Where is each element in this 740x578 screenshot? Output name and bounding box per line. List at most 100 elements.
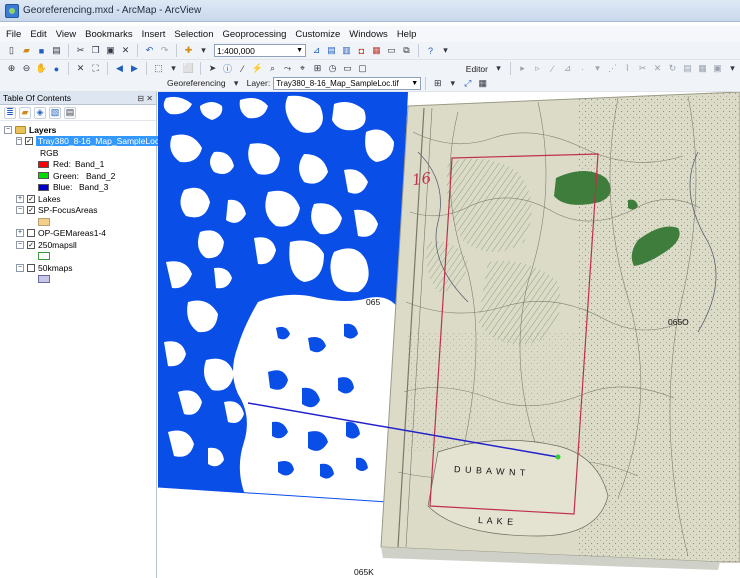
reshape-icon[interactable]: ⌇	[621, 62, 634, 75]
georeferencing-menu[interactable]: Georeferencing	[167, 78, 226, 88]
paste-icon[interactable]: ▣	[104, 44, 117, 57]
open-folder-icon[interactable]: ▰	[20, 44, 33, 57]
fixed-zoom-out-icon[interactable]: ⛶	[89, 62, 102, 75]
list-by-source-icon[interactable]: ▰	[19, 106, 31, 119]
chevron-down-icon[interactable]: ▾	[492, 62, 505, 75]
go-back-icon[interactable]: ◀	[113, 62, 126, 75]
collapse-icon[interactable]: −	[4, 125, 12, 134]
edit-annotation-icon[interactable]: ▹	[531, 62, 544, 75]
arctoolbox-icon[interactable]: ▦	[370, 44, 383, 57]
editor-toolbar-icon[interactable]: ⊿	[310, 44, 323, 57]
toc-layer-sp-focus[interactable]: − ✓ SP-FocusAreas	[0, 205, 156, 217]
toc-layer-label[interactable]: 50kmaps	[38, 263, 73, 273]
toc-layer-250maps[interactable]: − ✓ 250mapsll	[0, 239, 156, 251]
straight-segment-icon[interactable]: ⁄	[546, 62, 559, 75]
menu-customize[interactable]: Customize	[295, 29, 340, 40]
toc-layer-label[interactable]: 250mapsll	[38, 240, 77, 250]
new-document-icon[interactable]: ▯	[5, 44, 18, 57]
select-features-icon[interactable]: ⬚	[152, 62, 165, 75]
chevron-down-icon[interactable]: ▾	[197, 44, 210, 57]
save-icon[interactable]: ■	[35, 44, 48, 57]
add-data-icon[interactable]: ✚	[182, 44, 195, 57]
layers-root[interactable]: − Layers	[0, 124, 156, 136]
layer-visibility-checkbox[interactable]: ✓	[27, 194, 35, 203]
fixed-zoom-in-icon[interactable]: ✕	[74, 62, 87, 75]
menu-windows[interactable]: Windows	[349, 29, 388, 40]
full-extent-icon[interactable]: ●	[50, 62, 63, 75]
map-scale-select[interactable]: 1:400,000 ▼	[214, 44, 306, 57]
toc-layer-label[interactable]: OP-GEMareas1-4	[38, 228, 106, 238]
delete-icon[interactable]: ✕	[119, 44, 132, 57]
model-builder-icon[interactable]: ⧉	[400, 44, 413, 57]
sketch-properties-icon[interactable]: ▦	[696, 62, 709, 75]
catalog-icon[interactable]: ▥	[340, 44, 353, 57]
clear-selection-icon[interactable]: ⬜	[182, 62, 195, 75]
map-display[interactable]	[158, 92, 740, 578]
identify-icon[interactable]: ⓘ	[221, 62, 234, 75]
go-forward-icon[interactable]: ▶	[128, 62, 141, 75]
split-icon[interactable]: ✕	[651, 62, 664, 75]
collapse-icon[interactable]: −	[16, 206, 24, 215]
editor-menu[interactable]: Editor	[466, 64, 488, 74]
expand-icon[interactable]: +	[16, 194, 24, 203]
time-slider-icon[interactable]: ◷	[326, 62, 339, 75]
list-by-visibility-icon[interactable]: ◈	[34, 106, 46, 119]
menu-bookmarks[interactable]: Bookmarks	[85, 29, 133, 40]
menu-edit[interactable]: Edit	[30, 29, 46, 40]
rotate-layer-icon[interactable]: ⊞	[431, 77, 444, 90]
menu-view[interactable]: View	[56, 29, 76, 40]
edit-tool-icon[interactable]: ▸	[516, 62, 529, 75]
options-icon[interactable]: ▤	[64, 106, 76, 119]
create-features-icon[interactable]: ▣	[711, 62, 724, 75]
toc-layer-label[interactable]: Tray380_8-16_Map_SampleLoc.tif	[35, 136, 171, 147]
menu-file[interactable]: File	[6, 29, 21, 40]
collapse-icon[interactable]: −	[16, 137, 23, 146]
link-table-icon[interactable]: ▦	[476, 77, 489, 90]
pan-icon[interactable]: ✋	[35, 62, 48, 75]
layer-visibility-checkbox[interactable]	[27, 263, 35, 272]
point-icon[interactable]: ∙	[576, 62, 589, 75]
measure-icon[interactable]: ⊞	[311, 62, 324, 75]
toc-layer-raster[interactable]: − ✓ Tray380_8-16_Map_SampleLoc.tif	[0, 136, 171, 148]
add-control-points-icon[interactable]: ⤢	[461, 77, 474, 90]
hyperlink-icon[interactable]: ⚡	[251, 62, 264, 75]
toc-layer-lakes[interactable]: + ✓ Lakes	[0, 193, 156, 205]
collapse-icon[interactable]: −	[16, 240, 24, 249]
list-by-selection-icon[interactable]: ▧	[49, 106, 61, 119]
chevron-down-icon[interactable]: ▾	[726, 62, 739, 75]
chevron-down-icon[interactable]: ▾	[167, 62, 180, 75]
python-window-icon[interactable]: ▭	[385, 44, 398, 57]
collapse-icon[interactable]: −	[16, 263, 24, 272]
zoom-in-icon[interactable]: ⊕	[5, 62, 18, 75]
expand-icon[interactable]: +	[16, 229, 24, 238]
map-canvas[interactable]: 065 065O 065K 16 D U B A W N T L A K E	[158, 92, 740, 578]
toc-layer-label[interactable]: Lakes	[38, 194, 61, 204]
menu-geoprocessing[interactable]: Geoprocessing	[222, 29, 286, 40]
help-icon[interactable]: ?	[424, 44, 437, 57]
menu-help[interactable]: Help	[397, 29, 417, 40]
cut-icon[interactable]: ✂	[74, 44, 87, 57]
layer-visibility-checkbox[interactable]: ✓	[27, 240, 35, 249]
copy-icon[interactable]: ❐	[89, 44, 102, 57]
trace-icon[interactable]: ⊿	[561, 62, 574, 75]
swipe-icon[interactable]: ▭	[341, 62, 354, 75]
layer-visibility-checkbox[interactable]	[27, 229, 35, 238]
toc-layer-op-gem[interactable]: + OP-GEMareas1-4	[0, 228, 156, 240]
rotate-icon[interactable]: ↻	[666, 62, 679, 75]
toc-layer-50kmaps[interactable]: − 50kmaps	[0, 262, 156, 274]
edit-vertices-icon[interactable]: ⋰	[606, 62, 619, 75]
menu-selection[interactable]: Selection	[174, 29, 213, 40]
find-route-icon[interactable]: ⤳	[281, 62, 294, 75]
list-by-drawing-order-icon[interactable]: ≣	[4, 106, 16, 119]
chevron-down-icon[interactable]: ▾	[439, 44, 452, 57]
html-popup-icon[interactable]: ⁄	[236, 62, 249, 75]
attributes-icon[interactable]: ▤	[681, 62, 694, 75]
chevron-down-icon[interactable]: ▾	[591, 62, 604, 75]
toc-layer-label[interactable]: SP-FocusAreas	[38, 205, 98, 215]
chevron-down-icon[interactable]: ▾	[446, 77, 459, 90]
cut-polygons-icon[interactable]: ✂	[636, 62, 649, 75]
layer-visibility-checkbox[interactable]: ✓	[25, 137, 33, 146]
georef-layer-select[interactable]: Tray380_8-16_Map_SampleLoc.tif ▼	[273, 76, 422, 90]
create-viewer-icon[interactable]: ▢	[356, 62, 369, 75]
select-elements-icon[interactable]: ➤	[206, 62, 219, 75]
